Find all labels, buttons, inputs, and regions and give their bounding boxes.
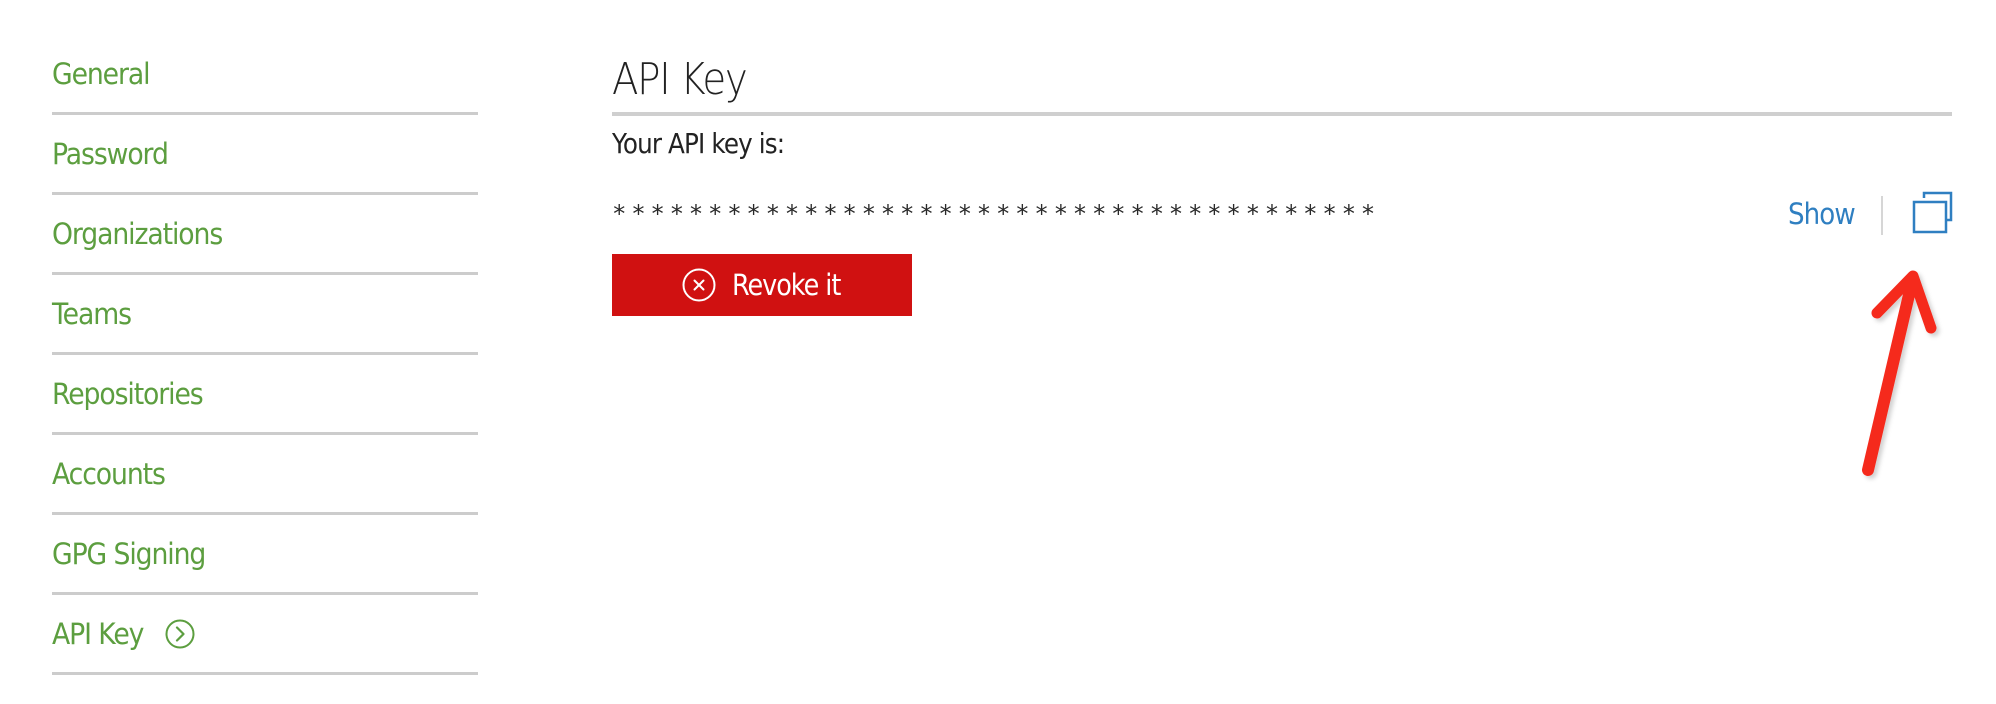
sidebar-item-label: Password <box>52 136 169 171</box>
close-circle-icon <box>682 268 716 302</box>
sidebar-item-label: Accounts <box>52 456 166 491</box>
sidebar-item-label: GPG Signing <box>52 536 206 571</box>
sidebar-item-teams[interactable]: Teams <box>52 275 478 355</box>
sidebar-item-organizations[interactable]: Organizations <box>52 195 478 275</box>
sidebar-item-accounts[interactable]: Accounts <box>52 435 478 515</box>
sidebar-item-label: Repositories <box>52 376 204 411</box>
title-divider <box>612 112 1952 116</box>
page-title: API Key <box>612 54 748 105</box>
sidebar-item-general[interactable]: General <box>52 35 478 115</box>
action-separator <box>1881 196 1883 235</box>
sidebar-item-label: Organizations <box>52 216 223 251</box>
api-key-value: **************************************** <box>612 200 1380 228</box>
revoke-button-label: Revoke it <box>732 268 841 302</box>
sidebar-item-gpg-signing[interactable]: GPG Signing <box>52 515 478 595</box>
api-key-label: Your API key is: <box>612 127 785 160</box>
copy-key-button[interactable] <box>1908 190 1954 236</box>
sidebar-item-label: Teams <box>52 296 132 331</box>
settings-sidebar: General Password Organizations Teams Rep… <box>52 35 478 675</box>
sidebar-item-label: API Key <box>52 616 144 651</box>
sidebar-item-label: General <box>52 56 151 91</box>
sidebar-item-password[interactable]: Password <box>52 115 478 195</box>
annotation-arrow-icon <box>1850 260 1970 490</box>
revoke-key-button[interactable]: Revoke it <box>612 254 912 316</box>
sidebar-item-api-key[interactable]: API Key <box>52 595 478 675</box>
sidebar-item-repositories[interactable]: Repositories <box>52 355 478 435</box>
copy-icon <box>1908 191 1954 240</box>
show-key-link[interactable]: Show <box>1788 196 1856 232</box>
chevron-right-circle-icon <box>165 619 195 649</box>
